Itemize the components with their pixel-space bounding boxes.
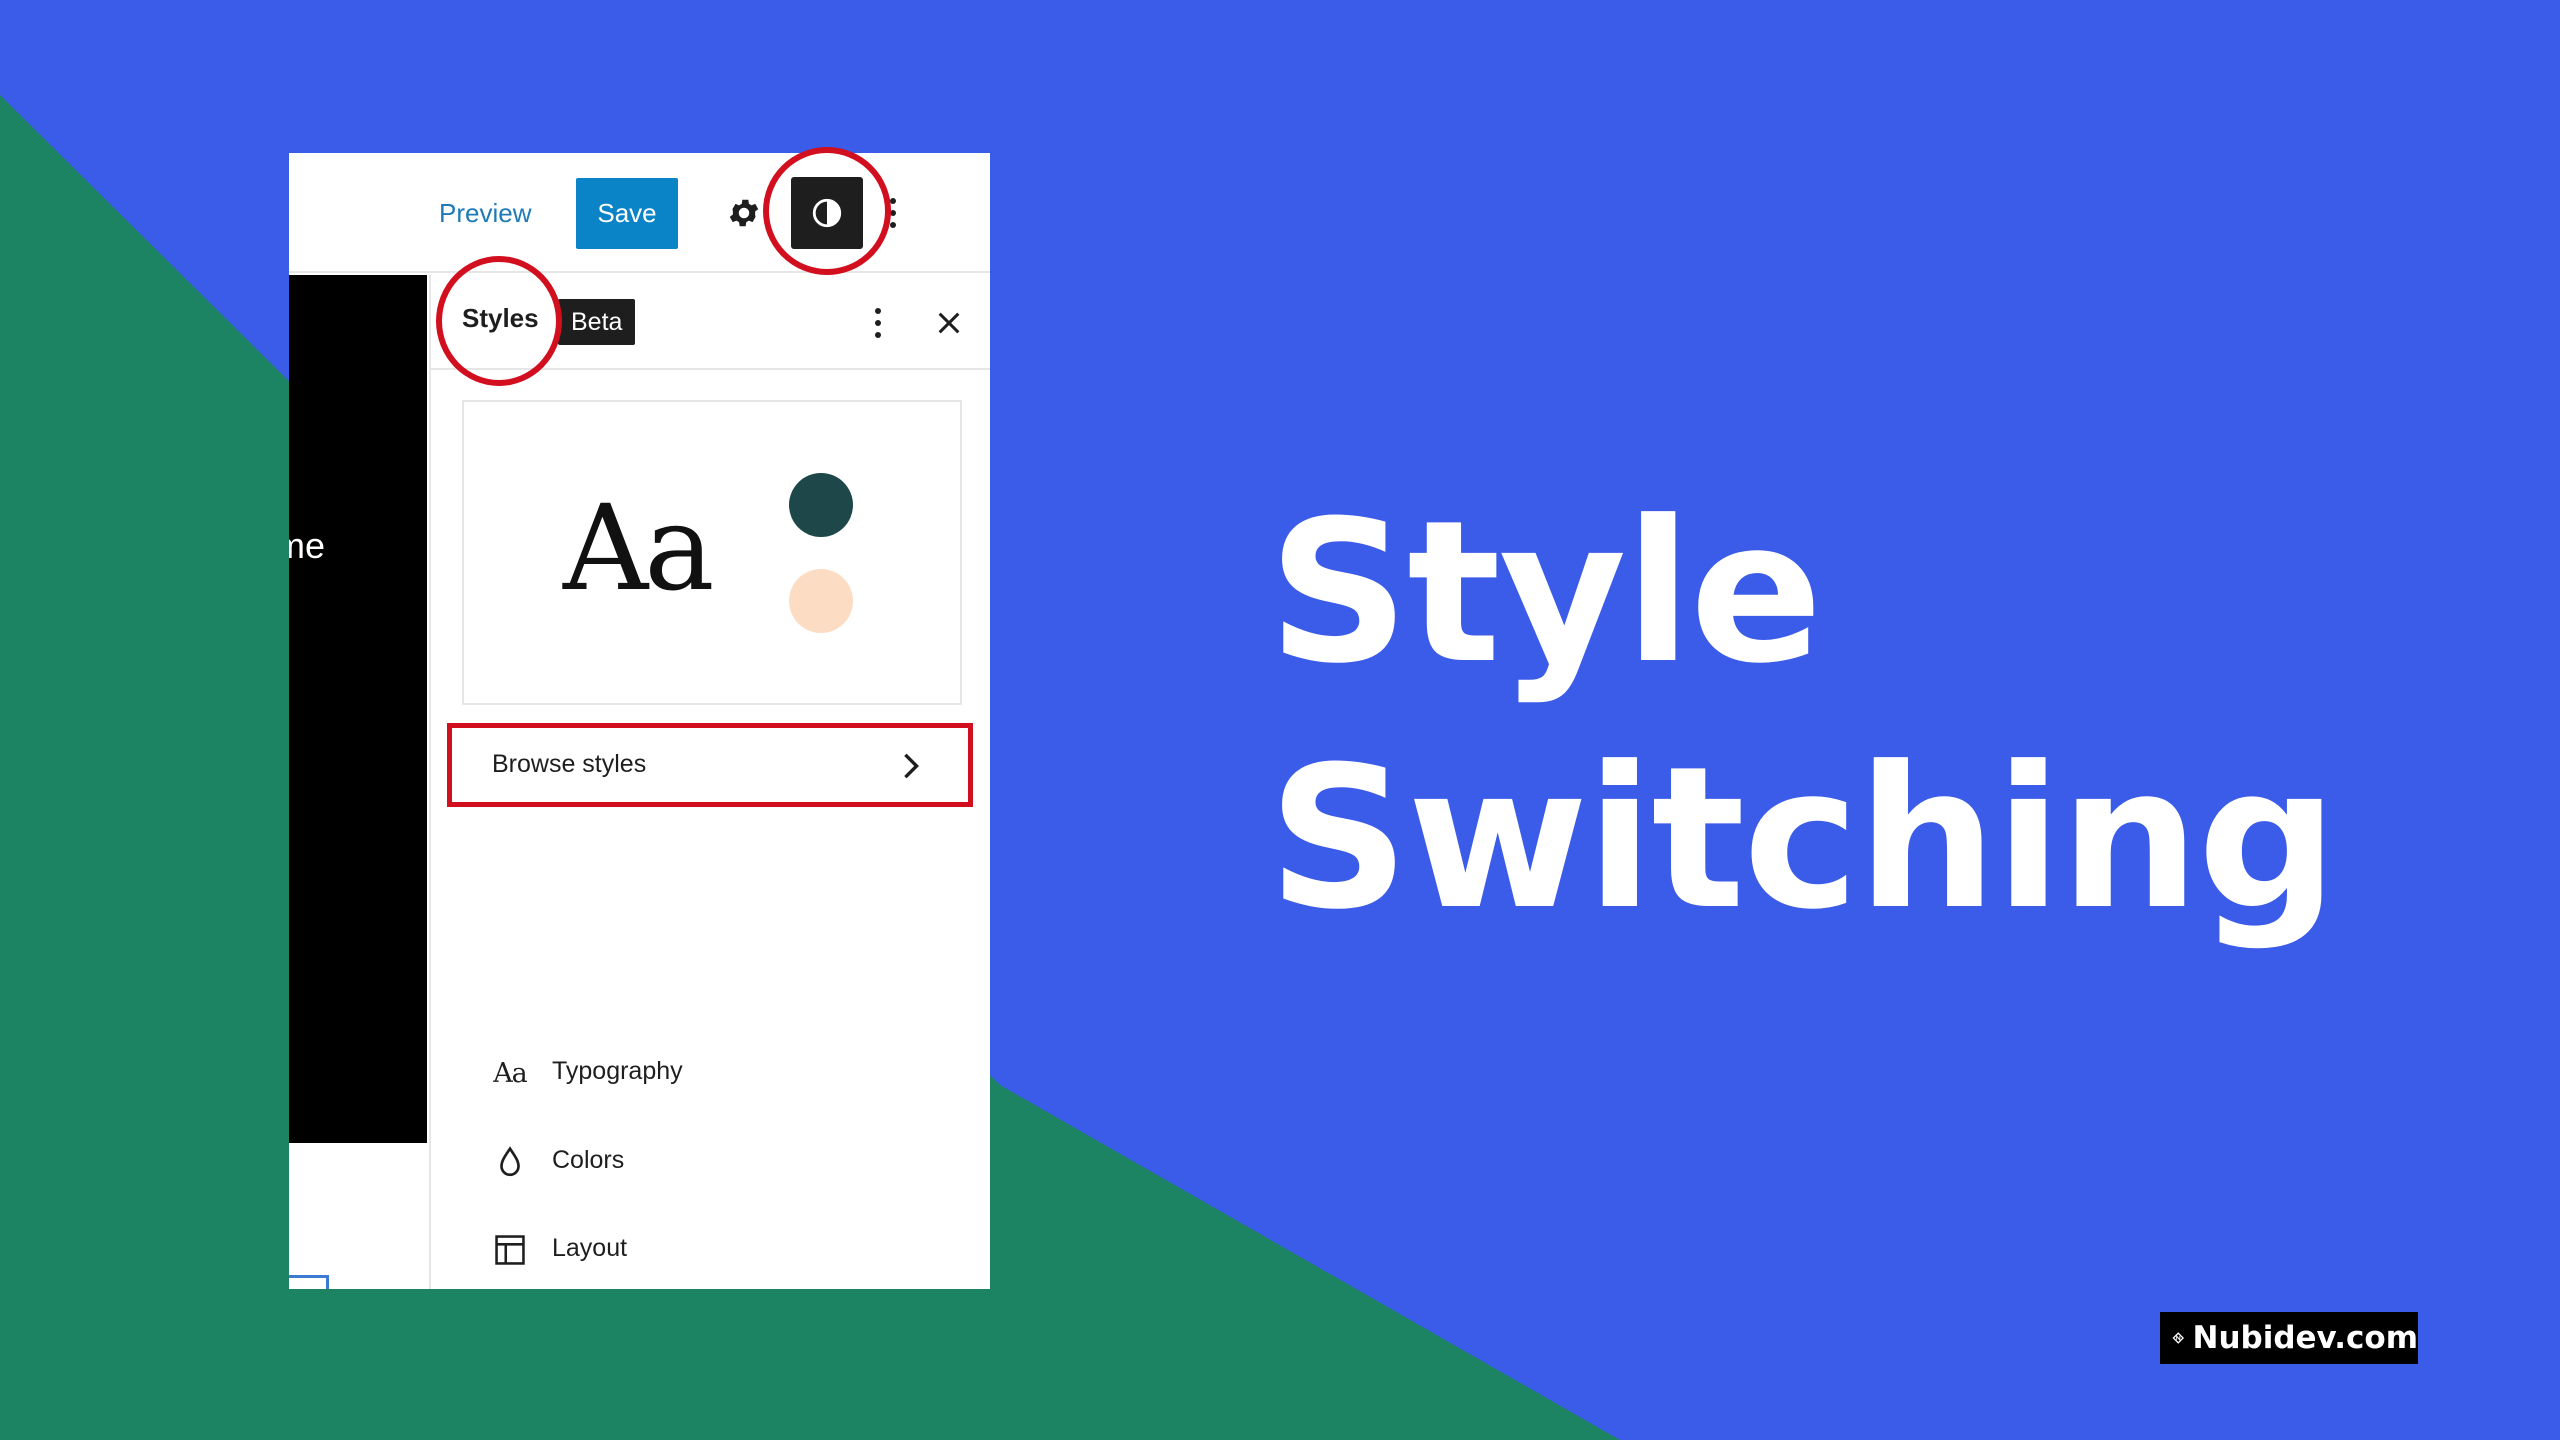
browse-styles-button[interactable]: Browse styles [447,723,973,807]
editor-canvas: me [289,275,427,1143]
browse-styles-label: Browse styles [492,750,647,778]
chevron-right-icon [904,753,919,779]
layout-icon [492,1232,528,1268]
headline: Style Switching [1268,470,2338,962]
gear-icon[interactable] [726,195,762,231]
palette-color-light [789,569,853,633]
style-preview-card[interactable]: Aa [462,400,962,705]
preview-button[interactable]: Preview [439,193,531,233]
canvas-text: me [289,525,326,566]
save-button[interactable]: Save [576,178,678,249]
beta-badge: Beta [558,299,636,345]
annotation-circle-styles-title [436,256,562,386]
sidebar-item-label: Colors [552,1146,625,1174]
sidebar-item-label: Layout [552,1234,628,1262]
headline-line-2: Switching [1268,725,2338,953]
sidebar-item-layout[interactable]: Layout [492,1230,952,1270]
brand-text: Nubidev.com [2192,1320,2418,1356]
droplet-icon [492,1144,528,1180]
palette-color-dark [789,473,853,537]
editor-window: Preview Save me Styles Beta Aa Browse st… [289,153,990,1289]
headline-line-1: Style [1268,479,1823,707]
brand-badge: Nubidev.com [2160,1312,2418,1364]
annotation-circle-styles-toggle [763,147,891,275]
style-preview-sample: Aa [563,479,715,617]
vertical-ellipsis-icon[interactable] [872,305,884,341]
canvas-block-outline [289,1275,329,1289]
sidebar-item-colors[interactable]: Colors [492,1142,952,1182]
typography-icon: Aa [493,1057,528,1089]
sidebar-item-typography[interactable]: Aa Typography [492,1053,952,1093]
close-icon[interactable] [935,309,963,337]
nubidev-diamond-logo [2172,1332,2184,1344]
styles-sidebar: Styles Beta Aa Browse styles Aa Typograp… [429,275,990,1289]
sidebar-item-label: Typography [552,1057,683,1085]
